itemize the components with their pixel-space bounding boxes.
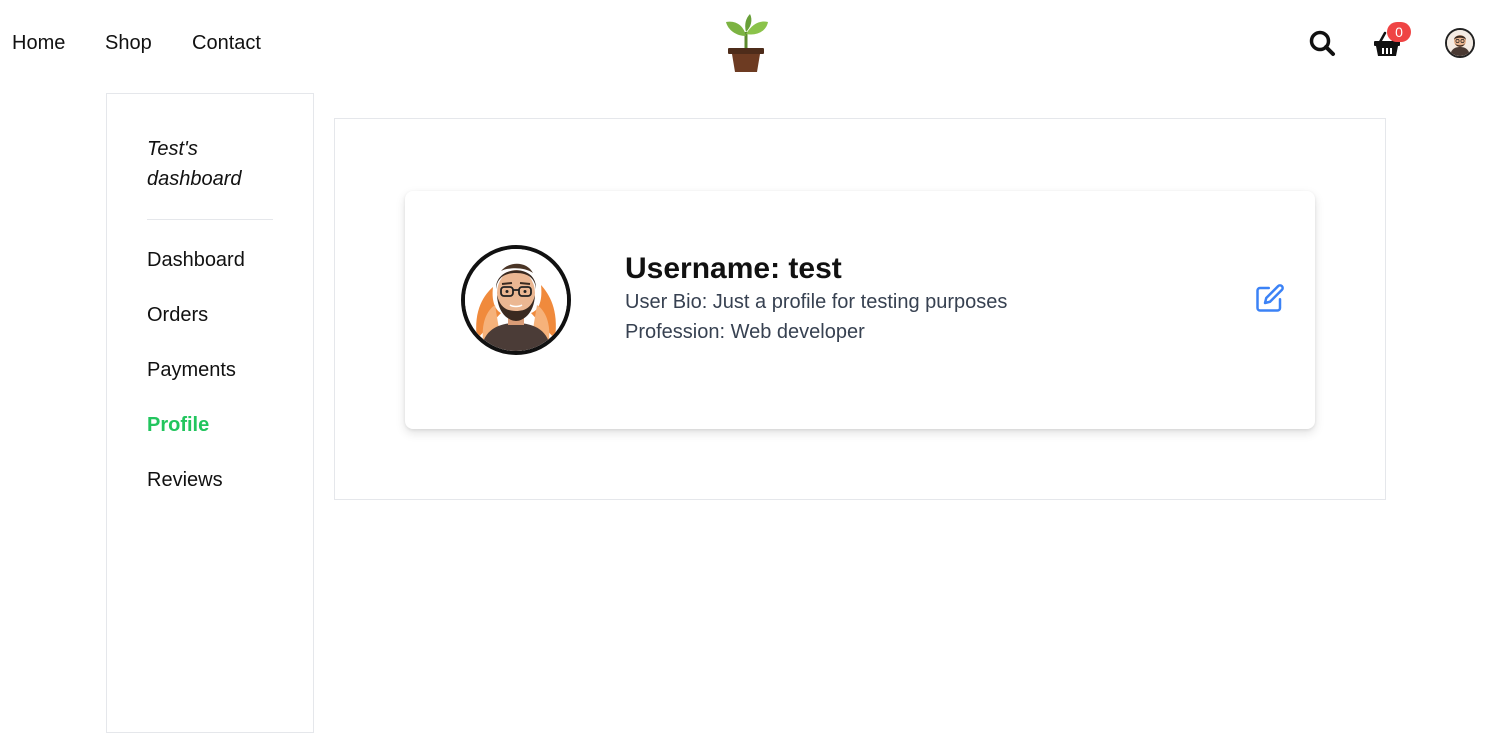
sidebar-item-payments[interactable]: Payments bbox=[147, 357, 236, 383]
username-value: test bbox=[788, 252, 842, 285]
user-profession: Profession: Web developer bbox=[625, 321, 865, 343]
user-avatar[interactable] bbox=[1445, 28, 1475, 58]
sidebar-divider bbox=[147, 219, 273, 220]
user-bio: User Bio: Just a profile for testing pur… bbox=[625, 291, 1008, 313]
profile-info: Username: test User Bio: Just a profile … bbox=[625, 251, 1225, 347]
sidebar-item-dashboard[interactable]: Dashboard bbox=[147, 247, 245, 273]
profile-card: Username: test User Bio: Just a profile … bbox=[405, 191, 1315, 429]
dashboard-sidebar: Test's dashboard Dashboard Orders Paymen… bbox=[106, 93, 314, 733]
nav-shop-link[interactable]: Shop bbox=[105, 30, 152, 56]
nav-home-link[interactable]: Home bbox=[12, 30, 65, 56]
username-heading: Username: test bbox=[625, 251, 1225, 287]
username-label: Username: bbox=[625, 252, 781, 285]
sidebar-title: Test's dashboard bbox=[147, 138, 242, 190]
profile-avatar bbox=[461, 245, 571, 355]
sidebar-item-orders[interactable]: Orders bbox=[147, 302, 208, 328]
edit-icon[interactable] bbox=[1255, 283, 1285, 313]
sidebar-item-reviews[interactable]: Reviews bbox=[147, 467, 223, 493]
sidebar-item-profile[interactable]: Profile bbox=[147, 412, 209, 438]
nav-contact-link[interactable]: Contact bbox=[192, 30, 261, 56]
main-content-panel: Username: test User Bio: Just a profile … bbox=[334, 118, 1386, 500]
top-header: Home Shop Contact 0 bbox=[0, 0, 1486, 86]
search-icon[interactable] bbox=[1308, 29, 1336, 57]
cart-count-badge: 0 bbox=[1387, 22, 1411, 42]
potted-plant-icon[interactable] bbox=[722, 12, 770, 74]
